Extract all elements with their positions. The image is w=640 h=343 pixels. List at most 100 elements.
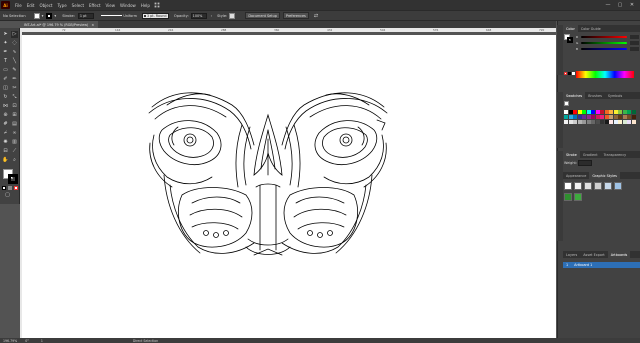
menu-edit[interactable]: Edit — [27, 3, 35, 8]
collapsed-panel-strip[interactable] — [557, 151, 563, 241]
direct-selection-tool-icon[interactable]: ▷ — [11, 31, 18, 38]
green-track[interactable] — [581, 42, 627, 44]
swatch-chip[interactable] — [604, 115, 609, 119]
screen-mode-icon[interactable]: ▢ — [4, 192, 11, 199]
close-tab-icon[interactable]: × — [91, 23, 94, 27]
swatch-chip[interactable] — [586, 115, 591, 119]
tab-stroke[interactable]: Stroke — [563, 151, 580, 158]
swatch-chip[interactable] — [627, 110, 631, 114]
menu-help[interactable]: Help — [141, 3, 150, 8]
swatch-chip[interactable] — [595, 110, 600, 114]
tab-layers[interactable]: Layers — [563, 253, 580, 257]
workspace-icon[interactable] — [154, 2, 160, 8]
graphic-style-swatch[interactable] — [229, 12, 236, 19]
swatch-chip[interactable] — [582, 120, 586, 124]
preferences-button[interactable]: Preferences — [282, 12, 309, 19]
slice-tool-icon[interactable]: ⟋ — [11, 148, 18, 155]
swatch-chip[interactable] — [586, 120, 591, 124]
stroke-color-box[interactable] — [8, 174, 18, 184]
tab-artboards[interactable]: Artboards — [607, 251, 631, 258]
stroke-dropdown-icon[interactable]: ▾ — [54, 14, 56, 18]
swatch-chip[interactable] — [622, 120, 627, 124]
swatch-chip[interactable] — [613, 110, 618, 114]
opacity-field[interactable]: 100% — [190, 12, 207, 19]
free-transform-icon[interactable]: ⊡ — [11, 103, 18, 110]
graphic-style[interactable] — [614, 182, 622, 190]
swatch-chip[interactable] — [568, 115, 573, 119]
black-color-chip[interactable] — [568, 72, 571, 75]
swatch-chip[interactable] — [609, 110, 613, 114]
collapsed-panel-strip[interactable] — [557, 92, 563, 148]
tab-color-guide[interactable]: Color Guide — [578, 27, 604, 31]
shaper-tool-icon[interactable]: ✐ — [2, 76, 9, 83]
document-setup-button[interactable]: Document Setup — [245, 12, 280, 19]
swatch-chip[interactable] — [631, 120, 636, 124]
menu-view[interactable]: View — [106, 3, 116, 8]
color-spectrum[interactable] — [576, 71, 634, 78]
blend-tool-icon[interactable]: ∞ — [11, 130, 18, 137]
stroke-weight-input[interactable] — [578, 160, 592, 166]
graphic-style[interactable] — [574, 193, 582, 201]
rotate-tool-icon[interactable]: ↻ — [2, 94, 9, 101]
red-slider[interactable]: R — [566, 35, 639, 39]
mesh-tool-icon[interactable]: # — [2, 121, 9, 128]
swatch-chip[interactable] — [591, 110, 595, 114]
app-logo[interactable]: Ai — [1, 1, 10, 9]
none-color-chip[interactable] — [564, 72, 567, 75]
opacity-dropdown-icon[interactable]: › — [211, 14, 212, 18]
none-mode-icon[interactable] — [14, 186, 18, 190]
brush-definition[interactable]: 3 pt. Round — [141, 12, 169, 19]
rectangle-tool-icon[interactable]: ▭ — [2, 67, 9, 74]
menu-effect[interactable]: Effect — [89, 3, 101, 8]
tab-graphic-styles[interactable]: Graphic Styles — [589, 172, 620, 179]
tab-gradient[interactable]: Gradient — [580, 153, 601, 157]
symbol-sprayer-icon[interactable]: ✺ — [2, 139, 9, 146]
swatch-chip[interactable] — [622, 115, 627, 119]
swatch-fill-preview[interactable] — [564, 101, 569, 106]
swatch-chip[interactable] — [568, 120, 573, 124]
tab-color[interactable]: Color — [563, 25, 578, 32]
menu-object[interactable]: Object — [39, 3, 52, 8]
tab-transparency[interactable]: Transparency — [601, 153, 630, 157]
swatch-chip[interactable] — [573, 120, 577, 124]
swatch-chip[interactable] — [618, 120, 622, 124]
artboard-tool-icon[interactable]: ⊟ — [2, 148, 9, 155]
graphic-style-default[interactable] — [564, 182, 572, 190]
tab-appearance[interactable]: Appearance — [563, 174, 589, 178]
menu-window[interactable]: Window — [120, 3, 136, 8]
swatch-chip[interactable] — [586, 110, 591, 114]
tab-asset-export[interactable]: Asset Export — [580, 253, 607, 257]
variable-width-profile[interactable]: Uniform — [99, 12, 138, 19]
swatch-chip[interactable] — [564, 110, 568, 114]
line-tool-icon[interactable]: ╲ — [11, 58, 18, 65]
graph-tool-icon[interactable]: ▥ — [11, 139, 18, 146]
swatch-chip[interactable] — [595, 115, 600, 119]
swatch-chip[interactable] — [600, 115, 604, 119]
menu-type[interactable]: Type — [57, 3, 66, 8]
artboard-navigator[interactable]: 1 — [41, 339, 43, 343]
current-tool-status[interactable]: Direct Selection — [133, 339, 158, 343]
swatch-chip[interactable] — [613, 120, 618, 124]
swatch-chip[interactable] — [600, 120, 604, 124]
swatch-chip[interactable] — [564, 120, 568, 124]
opacity-label[interactable]: Opacity: — [174, 14, 189, 18]
swatch-chip[interactable] — [604, 110, 609, 114]
blue-slider[interactable]: B — [566, 47, 639, 51]
swatch-chip[interactable] — [595, 120, 600, 124]
swatch-chip[interactable] — [582, 115, 586, 119]
graphic-style[interactable] — [594, 182, 602, 190]
swatch-chip[interactable] — [591, 115, 595, 119]
swatch-chip[interactable] — [627, 120, 631, 124]
graphic-style[interactable] — [604, 182, 612, 190]
swatch-chip[interactable] — [618, 110, 622, 114]
red-track[interactable] — [581, 36, 627, 38]
tab-symbols[interactable]: Symbols — [605, 94, 625, 98]
tab-brushes[interactable]: Brushes — [585, 94, 605, 98]
document-tab[interactable]: INT-Art.ai* @ 196.79 % (RGB/Preview) × — [20, 21, 99, 28]
swatch-chip[interactable] — [564, 115, 568, 119]
swatch-chip[interactable] — [577, 115, 582, 119]
perspective-grid-icon[interactable]: ⊞ — [11, 112, 18, 119]
menu-select[interactable]: Select — [72, 3, 84, 8]
lasso-icon[interactable]: ◌ — [11, 40, 18, 47]
swatch-chip[interactable] — [573, 110, 577, 114]
